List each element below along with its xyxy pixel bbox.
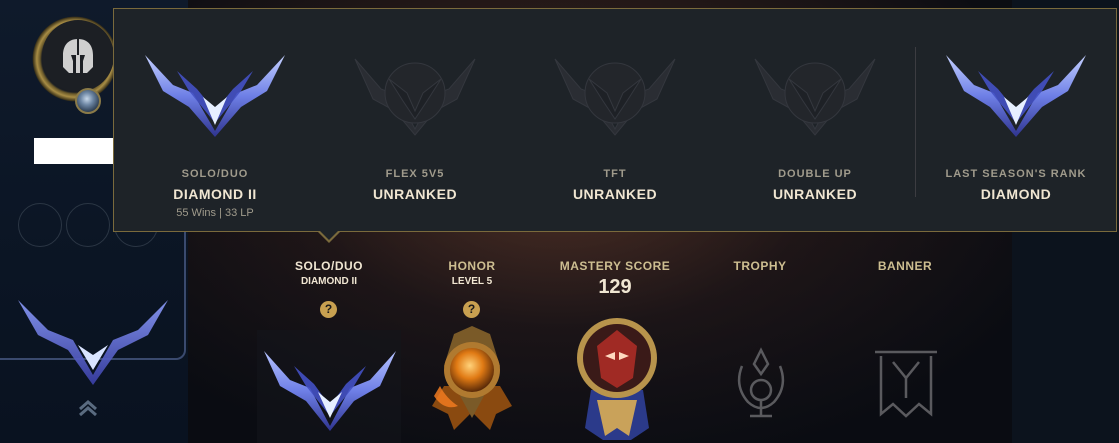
helmet-icon (63, 39, 93, 73)
diamond-emblem-icon (946, 55, 1086, 137)
stat-label: MASTERY SCORE (559, 259, 671, 273)
stat-solo-duo[interactable]: SOLO/DUO DIAMOND II (259, 259, 399, 287)
stat-label: HONOR (448, 259, 496, 273)
rank-queue-label: LAST SEASON'S RANK (945, 168, 1087, 180)
rank-tier-label: UNRANKED (372, 186, 458, 202)
chevron-up-icon[interactable] (78, 400, 98, 416)
honor-emblem-icon (432, 326, 512, 430)
rank-cell-tft: TFT UNRANKED (515, 9, 715, 231)
rank-cell-last-season: LAST SEASON'S RANK DIAMOND (916, 9, 1116, 231)
stat-trophy[interactable]: TROPHY (690, 259, 830, 273)
summoner-name-box (34, 138, 114, 164)
stat-label: SOLO/DUO (294, 259, 363, 273)
rank-cell-double-up: DOUBLE UP UNRANKED (715, 9, 915, 231)
rank-queue-label: DOUBLE UP (778, 168, 852, 180)
stat-mastery-score[interactable]: MASTERY SCORE 129 (545, 259, 685, 299)
stat-banner[interactable]: BANNER (835, 259, 975, 273)
rank-cell-flex: FLEX 5V5 UNRANKED (315, 9, 515, 231)
banner-icon (875, 350, 937, 418)
trophy-icon (737, 347, 785, 418)
level-orb-icon (75, 88, 101, 114)
unranked-emblem-icon (754, 58, 876, 136)
rank-cell-solo-duo: SOLO/DUO DIAMOND II 55 Wins | 33 LP (115, 9, 315, 231)
rank-detail: 55 Wins | 33 LP (176, 207, 254, 219)
stat-label: BANNER (877, 259, 933, 273)
avatar[interactable] (42, 20, 114, 92)
stat-sub: DIAMOND II (300, 276, 358, 287)
rank-queue-label: FLEX 5V5 (385, 168, 445, 180)
unranked-emblem-icon (554, 58, 676, 136)
stat-honor[interactable]: HONOR LEVEL 5 (402, 259, 542, 287)
stat-label: TROPHY (733, 259, 787, 273)
rank-queue-label: SOLO/DUO (181, 168, 249, 180)
rank-tier-label: UNRANKED (572, 186, 658, 202)
rank-tier-label: UNRANKED (772, 186, 858, 202)
diamond-emblem-icon (145, 55, 285, 137)
mastery-champion-icon (577, 318, 657, 440)
rank-tooltip: SOLO/DUO DIAMOND II 55 Wins | 33 LP FLEX… (113, 8, 1117, 232)
help-icon[interactable]: ? (320, 301, 337, 318)
mastery-score-value: 129 (598, 276, 632, 298)
diamond-emblem-icon (264, 351, 396, 431)
diamond-crest-icon (18, 300, 168, 385)
unranked-emblem-icon (354, 58, 476, 136)
rank-tier-label: DIAMOND II (173, 186, 257, 202)
help-icon[interactable]: ? (463, 301, 480, 318)
rank-queue-label: TFT (603, 168, 627, 180)
tooltip-arrow-fill (319, 230, 339, 240)
stat-sub: LEVEL 5 (451, 276, 493, 287)
rank-tier-label: DIAMOND (980, 186, 1052, 202)
